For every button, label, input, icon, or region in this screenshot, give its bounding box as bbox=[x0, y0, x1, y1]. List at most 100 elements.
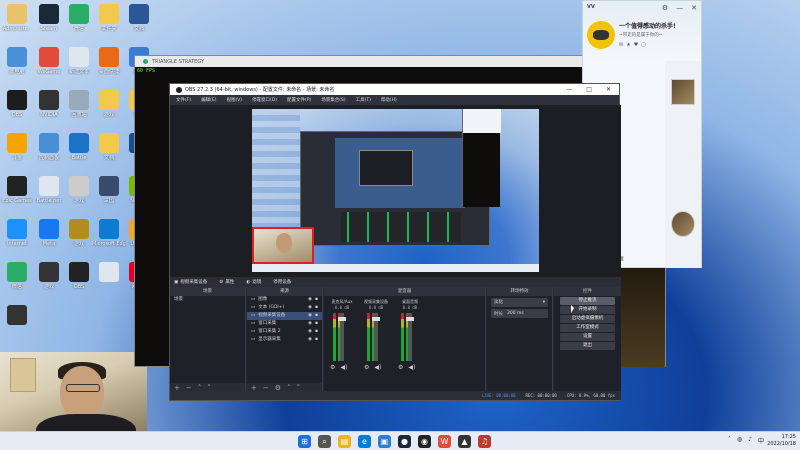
desktop-icon[interactable] bbox=[0, 305, 34, 347]
volume-icon[interactable]: ♪ bbox=[748, 436, 752, 445]
ime-icon[interactable]: 中 bbox=[758, 436, 764, 445]
eye-icon[interactable]: ◉ bbox=[308, 336, 312, 344]
menu-item[interactable]: 文件(F) bbox=[176, 97, 191, 103]
desktop-icon[interactable] bbox=[92, 262, 126, 304]
desktop-icon[interactable]: 文档 bbox=[122, 4, 156, 46]
wegame-icon[interactable]: W bbox=[438, 435, 451, 448]
steam-icon[interactable]: ● bbox=[398, 435, 411, 448]
obs-icon[interactable]: ◉ bbox=[418, 435, 431, 448]
lock-icon[interactable]: ▪ bbox=[315, 336, 322, 344]
control-button[interactable]: 开始录制 bbox=[560, 306, 615, 314]
search-icon[interactable]: ⌕ bbox=[318, 435, 331, 448]
skin-icon[interactable]: ⚙ bbox=[662, 4, 668, 12]
selected-video-source[interactable] bbox=[252, 227, 314, 264]
speaker-icon[interactable]: ◀) bbox=[374, 364, 381, 371]
eye-icon[interactable]: ◉ bbox=[308, 328, 312, 336]
source-item[interactable]: ▭ 视频采集设备 ◉ ▪ bbox=[247, 312, 322, 320]
desktop-icon[interactable]: 文档 bbox=[92, 133, 126, 175]
game-icon[interactable]: ▲ bbox=[458, 435, 471, 448]
square-icon[interactable]: ▢ bbox=[641, 42, 646, 48]
gear-icon[interactable]: ⚙ bbox=[364, 364, 369, 371]
desktop-icon[interactable]: 游戏 bbox=[62, 176, 96, 218]
avatar[interactable] bbox=[587, 21, 615, 49]
desktop-icon[interactable]: Internet bbox=[0, 219, 34, 261]
control-button[interactable]: 退出 bbox=[560, 342, 615, 350]
heart-icon[interactable]: ♥ bbox=[634, 42, 638, 48]
desktop-icon[interactable]: 微信 bbox=[62, 4, 96, 46]
chevron-up-icon[interactable]: ˄ bbox=[728, 436, 731, 445]
desktop-icon[interactable]: Battle.net bbox=[32, 176, 66, 218]
desktop-icon[interactable]: OBS bbox=[62, 262, 96, 304]
qq-signature[interactable]: ~带走的是属于你的~ bbox=[619, 32, 663, 38]
gear-icon[interactable]: ⚙ bbox=[330, 364, 335, 371]
eye-icon[interactable]: ◉ bbox=[308, 296, 312, 304]
minimize-icon[interactable]: — bbox=[676, 4, 683, 12]
desktop-icon[interactable]: 控制面板 bbox=[32, 133, 66, 175]
desktop-icon[interactable]: 游戏 bbox=[32, 262, 66, 304]
desktop-icon[interactable]: 三国 bbox=[92, 176, 126, 218]
gear-icon[interactable]: ⚙ bbox=[398, 364, 403, 371]
control-button[interactable]: 停止推流 bbox=[560, 297, 615, 305]
microsoft-store-icon[interactable]: ▣ bbox=[378, 435, 391, 448]
desktop-icon[interactable]: 新建文本 bbox=[62, 47, 96, 89]
desktop-icon[interactable]: 桌面快捷 bbox=[92, 47, 126, 89]
deactivate-button[interactable]: 停用设备 bbox=[273, 279, 291, 285]
volume-fader[interactable] bbox=[338, 313, 346, 361]
desktop-icon[interactable]: Meta bbox=[32, 219, 66, 261]
volume-fader[interactable] bbox=[406, 313, 414, 361]
file-explorer-icon[interactable]: ▤ bbox=[338, 435, 351, 448]
desktop-icon[interactable]: 回收站 bbox=[62, 90, 96, 132]
lock-icon[interactable]: ▪ bbox=[315, 320, 322, 328]
menu-item[interactable]: 工具(T) bbox=[356, 97, 371, 103]
desktop-icon[interactable]: Steam bbox=[32, 4, 66, 46]
speaker-icon[interactable]: ◀) bbox=[340, 364, 347, 371]
properties-button[interactable]: ⚙ 属性 bbox=[219, 279, 234, 286]
lock-icon[interactable]: ▪ bbox=[315, 328, 322, 336]
system-clock[interactable]: 17:25 2022/10/18 bbox=[767, 434, 796, 448]
desktop-icon[interactable]: WeGame bbox=[32, 47, 66, 89]
menu-item[interactable]: 场景集合(S) bbox=[321, 97, 345, 103]
source-item[interactable]: ▭ 显示器采集 ◉ ▪ bbox=[247, 336, 322, 344]
eye-icon[interactable]: ◉ bbox=[308, 312, 312, 320]
desktop-icon[interactable]: NVIDIA bbox=[32, 90, 66, 132]
filters-button[interactable]: ◐ 滤镜 bbox=[246, 279, 261, 286]
transition-select[interactable]: 淡化 ▾ bbox=[491, 298, 548, 307]
eye-icon[interactable]: ◉ bbox=[308, 320, 312, 328]
menu-item[interactable]: 帮助(H) bbox=[381, 97, 397, 103]
menu-item[interactable]: 视图(V) bbox=[226, 97, 242, 103]
eye-icon[interactable]: ◉ bbox=[308, 304, 312, 312]
desktop-icon[interactable]: Microsoft Edge bbox=[92, 219, 126, 261]
minimize-icon[interactable]: — bbox=[566, 86, 572, 93]
desktop-icon[interactable]: 文件夹 bbox=[92, 4, 126, 46]
source-item[interactable]: ▭ 窗口采集 ◉ ▪ bbox=[247, 320, 322, 328]
obs-preview[interactable] bbox=[170, 105, 621, 277]
desktop-icon[interactable]: Epic Games bbox=[0, 176, 34, 218]
windows-start-icon[interactable]: ⊞ bbox=[298, 435, 311, 448]
obs-window[interactable]: OBS 27.2.3 (64-bit, windows) - 配置文件: 未命名… bbox=[169, 83, 621, 401]
desktop-icon[interactable]: 此电脑 bbox=[0, 47, 34, 89]
close-icon[interactable]: ✕ bbox=[606, 86, 611, 93]
control-button[interactable]: 启动虚拟摄像机 bbox=[560, 315, 615, 323]
menu-item[interactable]: 编辑(E) bbox=[201, 97, 216, 103]
lock-icon[interactable]: ▪ bbox=[315, 304, 322, 312]
desktop-icon[interactable]: 游戏 bbox=[62, 219, 96, 261]
control-button[interactable]: 设置 bbox=[560, 333, 615, 341]
desktop-icon[interactable]: 斗鱼 bbox=[0, 133, 34, 175]
lock-icon[interactable]: ▪ bbox=[315, 312, 322, 320]
maximize-icon[interactable]: □ bbox=[586, 86, 592, 93]
speaker-icon[interactable]: ◀) bbox=[408, 364, 415, 371]
desktop-icon[interactable]: Battle bbox=[62, 133, 96, 175]
scene-item[interactable]: 场景 bbox=[170, 296, 245, 304]
close-icon[interactable]: ✕ bbox=[691, 4, 697, 12]
obs-titlebar[interactable]: OBS 27.2.3 (64-bit, windows) - 配置文件: 未命名… bbox=[170, 84, 619, 95]
game-thumbnail[interactable] bbox=[671, 79, 695, 105]
star-icon[interactable]: ★ bbox=[626, 42, 630, 48]
transition-duration[interactable]: 时长 300 ms bbox=[491, 309, 548, 318]
desktop-icon[interactable]: Administr... bbox=[0, 4, 34, 46]
desktop-icon[interactable]: 微信 bbox=[0, 262, 34, 304]
mail-icon[interactable]: ✉ bbox=[619, 42, 623, 48]
source-item[interactable]: ▭ 窗口采集 2 ◉ ▪ bbox=[247, 328, 322, 336]
game-thumbnail[interactable] bbox=[671, 211, 695, 237]
volume-fader[interactable] bbox=[372, 313, 380, 361]
preview-canvas[interactable] bbox=[252, 109, 539, 272]
